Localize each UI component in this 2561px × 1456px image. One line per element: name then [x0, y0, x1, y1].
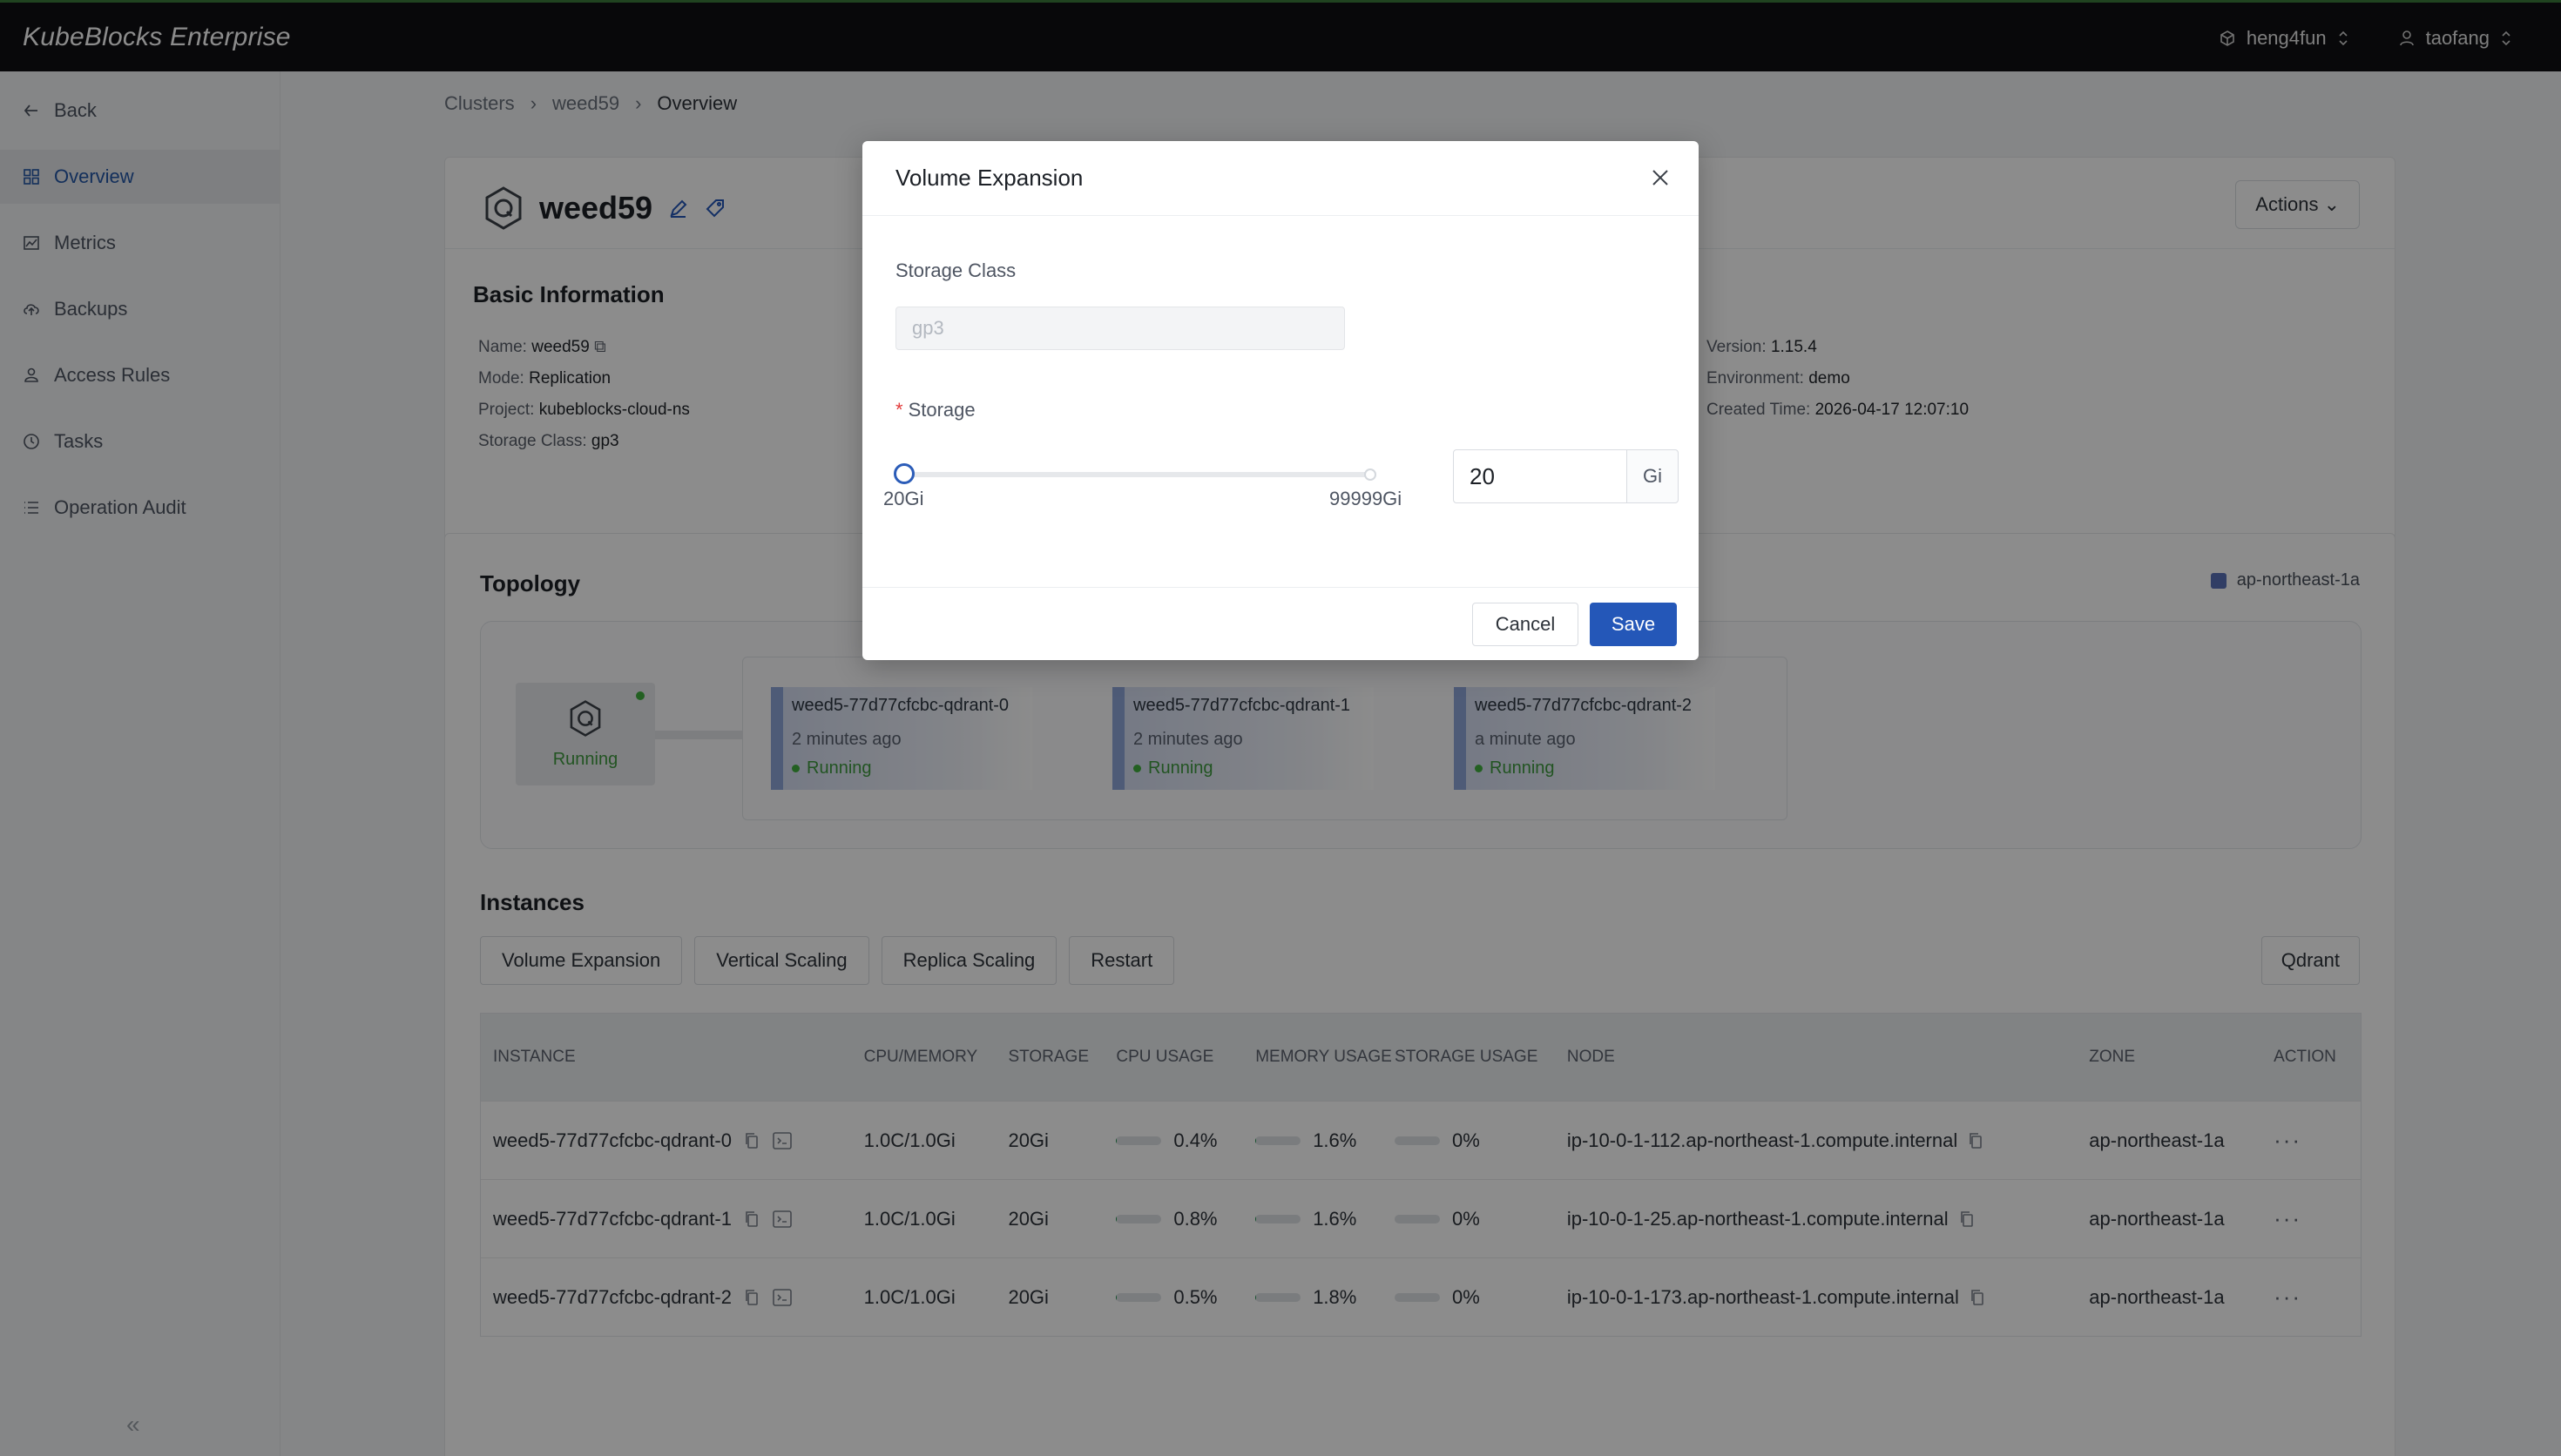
save-button[interactable]: Save	[1590, 603, 1677, 646]
slider-min-label: 20Gi	[883, 488, 924, 509]
unit-label: Gi	[1626, 449, 1679, 503]
modal-title: Volume Expansion	[862, 141, 1699, 216]
required-mark: *	[895, 399, 903, 421]
slider-max-dot	[1364, 468, 1376, 481]
storage-slider-handle[interactable]	[894, 463, 915, 484]
storage-input[interactable]: 20	[1453, 449, 1627, 503]
storage-label: * Storage	[895, 399, 976, 421]
storage-class-input: gp3	[895, 307, 1345, 350]
slider-max-label: 99999Gi	[1329, 488, 1402, 509]
storage-slider-track[interactable]	[902, 472, 1369, 477]
volume-expansion-modal: Volume Expansion Storage Class gp3 * Stor…	[862, 141, 1699, 660]
storage-class-label: Storage Class	[895, 260, 1017, 281]
cancel-button[interactable]: Cancel	[1472, 603, 1578, 646]
storage-label-text: Storage	[908, 399, 976, 421]
close-icon[interactable]	[1648, 165, 1672, 190]
modal-footer-divider	[862, 587, 1699, 588]
